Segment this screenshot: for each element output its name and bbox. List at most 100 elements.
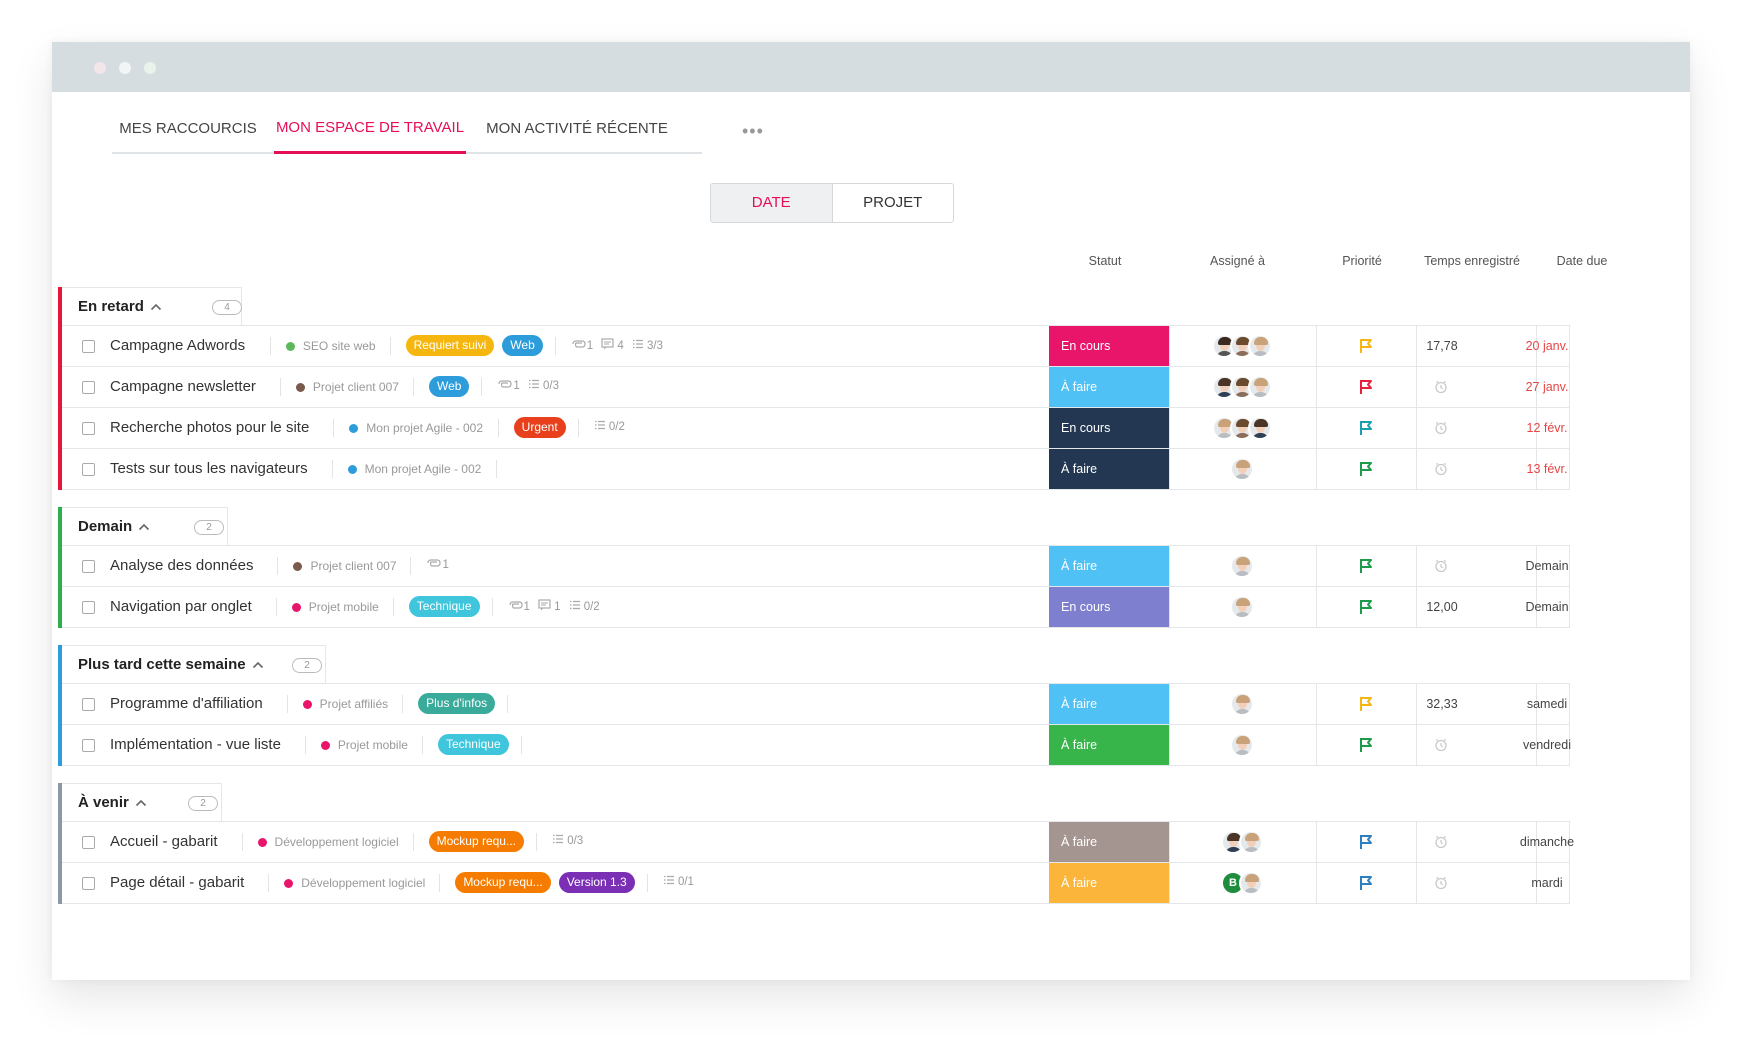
status-badge[interactable]: À faire bbox=[1049, 822, 1169, 862]
task-checkbox[interactable] bbox=[82, 422, 95, 435]
due-date[interactable]: 13 févr. bbox=[1492, 462, 1602, 476]
due-date[interactable]: vendredi bbox=[1492, 738, 1602, 752]
timer-icon[interactable] bbox=[1434, 559, 1448, 578]
due-date[interactable]: dimanche bbox=[1492, 835, 1602, 849]
due-date[interactable]: 27 janv. bbox=[1492, 380, 1602, 394]
window-close-dot[interactable] bbox=[94, 62, 106, 74]
task-tag[interactable]: Technique bbox=[408, 596, 480, 617]
priority-flag-icon[interactable] bbox=[1358, 338, 1374, 359]
timer-icon[interactable] bbox=[1434, 876, 1448, 895]
task-name[interactable]: Recherche photos pour le site bbox=[110, 419, 309, 436]
assignee-avatars[interactable]: B bbox=[1221, 871, 1263, 895]
assignee-avatars[interactable] bbox=[1230, 554, 1254, 578]
task-name[interactable]: Campagne Adwords bbox=[110, 337, 245, 354]
task-name[interactable]: Programme d'affiliation bbox=[110, 695, 263, 712]
task-checkbox[interactable] bbox=[82, 381, 95, 394]
priority-flag-icon[interactable] bbox=[1358, 379, 1374, 400]
tab-shortcuts[interactable]: MES RACCOURCIS bbox=[112, 112, 264, 154]
task-project[interactable]: SEO site web bbox=[285, 339, 376, 353]
assignee-avatars[interactable] bbox=[1212, 334, 1272, 358]
task-project[interactable]: Projet mobile bbox=[320, 738, 408, 752]
status-badge[interactable]: En cours bbox=[1049, 587, 1169, 627]
group-header[interactable]: En retard 4 bbox=[62, 287, 242, 325]
tab-recent-activity[interactable]: MON ACTIVITÉ RÉCENTE bbox=[478, 112, 676, 154]
more-tabs-icon[interactable]: ••• bbox=[742, 121, 764, 142]
status-badge[interactable]: À faire bbox=[1049, 725, 1169, 765]
time-logged[interactable]: 17,78 bbox=[1392, 339, 1492, 353]
task-project[interactable]: Développement logiciel bbox=[257, 835, 399, 849]
due-date[interactable]: Demain bbox=[1492, 600, 1602, 614]
task-project[interactable]: Mon projet Agile - 002 bbox=[347, 462, 481, 476]
task-name[interactable]: Campagne newsletter bbox=[110, 378, 256, 395]
priority-flag-icon[interactable] bbox=[1358, 696, 1374, 717]
window-zoom-dot[interactable] bbox=[144, 62, 156, 74]
priority-flag-icon[interactable] bbox=[1358, 875, 1374, 896]
status-badge[interactable]: En cours bbox=[1049, 326, 1169, 366]
avatar[interactable] bbox=[1239, 830, 1263, 854]
task-tag[interactable]: Technique bbox=[437, 734, 509, 755]
due-date[interactable]: samedi bbox=[1492, 697, 1602, 711]
due-date[interactable]: Demain bbox=[1492, 559, 1602, 573]
assignee-avatars[interactable] bbox=[1230, 457, 1254, 481]
due-date[interactable]: 12 févr. bbox=[1492, 421, 1602, 435]
timer-icon[interactable] bbox=[1434, 380, 1448, 399]
chevron-up-icon[interactable] bbox=[150, 300, 162, 314]
task-checkbox[interactable] bbox=[82, 601, 95, 614]
assignee-avatars[interactable] bbox=[1230, 595, 1254, 619]
task-checkbox[interactable] bbox=[82, 560, 95, 573]
task-row[interactable]: Accueil - gabarit Développement logiciel M… bbox=[62, 822, 1574, 863]
assignee-avatars[interactable] bbox=[1212, 416, 1272, 440]
task-checkbox[interactable] bbox=[82, 877, 95, 890]
task-project[interactable]: Projet mobile bbox=[291, 600, 379, 614]
avatar[interactable] bbox=[1248, 334, 1272, 358]
task-row[interactable]: Page détail - gabarit Développement logic… bbox=[62, 863, 1570, 904]
priority-flag-icon[interactable] bbox=[1358, 834, 1374, 855]
status-badge[interactable]: En cours bbox=[1049, 408, 1169, 448]
task-name[interactable]: Accueil - gabarit bbox=[110, 833, 218, 850]
timer-icon[interactable] bbox=[1434, 835, 1448, 854]
task-tag[interactable]: Urgent bbox=[513, 417, 566, 438]
task-name[interactable]: Tests sur tous les navigateurs bbox=[110, 460, 308, 477]
task-checkbox[interactable] bbox=[82, 739, 95, 752]
task-row[interactable]: Navigation par onglet Projet mobile Techni… bbox=[62, 587, 1570, 628]
assignee-avatars[interactable] bbox=[1212, 375, 1272, 399]
task-row[interactable]: Programme d'affiliation Projet affiliés Pl… bbox=[62, 684, 1570, 725]
chevron-up-icon[interactable] bbox=[138, 520, 150, 534]
avatar[interactable] bbox=[1230, 457, 1254, 481]
avatar[interactable] bbox=[1248, 416, 1272, 440]
view-by-project-button[interactable]: PROJET bbox=[833, 184, 954, 222]
status-badge[interactable]: À faire bbox=[1049, 367, 1169, 407]
group-header[interactable]: Plus tard cette semaine 2 bbox=[62, 645, 326, 683]
task-project[interactable]: Projet client 007 bbox=[293, 559, 397, 573]
timer-icon[interactable] bbox=[1434, 738, 1448, 757]
due-date[interactable]: 20 janv. bbox=[1492, 339, 1602, 353]
task-checkbox[interactable] bbox=[82, 463, 95, 476]
task-name[interactable]: Navigation par onglet bbox=[110, 598, 252, 615]
status-badge[interactable]: À faire bbox=[1049, 449, 1169, 489]
time-logged[interactable]: 12,00 bbox=[1392, 600, 1492, 614]
task-tag[interactable]: Plus d'infos bbox=[418, 693, 496, 714]
task-tag[interactable]: Mockup requ... bbox=[428, 831, 524, 852]
group-header[interactable]: Demain 2 bbox=[62, 507, 228, 545]
task-tag[interactable]: Web bbox=[428, 376, 470, 397]
chevron-up-icon[interactable] bbox=[252, 658, 264, 672]
task-row[interactable]: Analyse des données Projet client 007 1 À f… bbox=[62, 546, 1570, 587]
task-tag[interactable]: Web bbox=[502, 335, 543, 356]
task-tag[interactable]: Requiert suivi bbox=[405, 335, 495, 356]
window-minimize-dot[interactable] bbox=[119, 62, 131, 74]
task-tag[interactable]: Mockup requ... bbox=[455, 872, 551, 893]
time-logged[interactable]: 32,33 bbox=[1392, 697, 1492, 711]
assignee-avatars[interactable] bbox=[1221, 830, 1263, 854]
group-header[interactable]: À venir 2 bbox=[62, 783, 222, 821]
priority-flag-icon[interactable] bbox=[1358, 420, 1374, 441]
priority-flag-icon[interactable] bbox=[1358, 558, 1374, 579]
task-row[interactable]: Implémentation - vue liste Projet mobile T… bbox=[62, 725, 1571, 766]
priority-flag-icon[interactable] bbox=[1358, 461, 1374, 482]
avatar[interactable] bbox=[1230, 595, 1254, 619]
task-project[interactable]: Projet client 007 bbox=[295, 380, 399, 394]
status-badge[interactable]: À faire bbox=[1049, 863, 1169, 903]
priority-flag-icon[interactable] bbox=[1358, 599, 1374, 620]
status-badge[interactable]: À faire bbox=[1049, 546, 1169, 586]
task-project[interactable]: Projet affiliés bbox=[302, 697, 388, 711]
task-name[interactable]: Page détail - gabarit bbox=[110, 874, 244, 891]
